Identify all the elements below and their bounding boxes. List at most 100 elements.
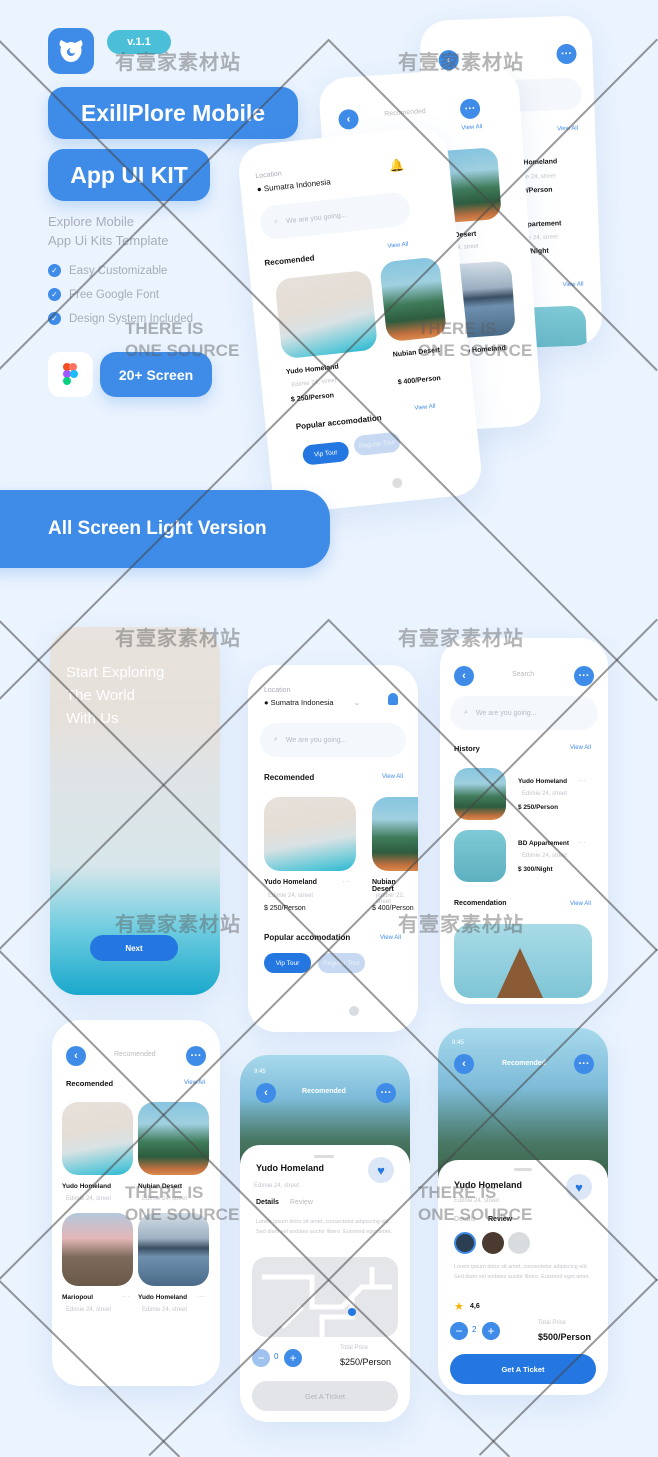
get-ticket-button[interactable]: Get A Ticket (450, 1354, 596, 1384)
more-icon[interactable]: ··· (197, 1292, 205, 1301)
section-title: Recomended (264, 253, 315, 268)
total-label: Total Price (340, 1345, 369, 1351)
drag-handle[interactable] (314, 1155, 334, 1158)
more-button[interactable]: ··· (376, 1083, 396, 1103)
home-screen: Location ● Sumatra Indonesia ⌄ ⌕ We are y… (248, 665, 418, 1032)
detail-screen: 9:45 ‹ Recomended ··· Yudo Homeland ♥ Ed… (240, 1055, 410, 1422)
hero-image (438, 1028, 608, 1178)
search-icon: ⌕ (464, 709, 468, 716)
card-image[interactable] (372, 797, 418, 871)
total-price: $500/Person (538, 1332, 592, 1342)
section-title: Popular accomodation (295, 413, 383, 432)
card-price: $ 400/Person (397, 374, 442, 387)
next-button[interactable]: Next (90, 935, 178, 961)
location-selector[interactable]: ● Sumatra Indonesia ⌄ (264, 698, 360, 707)
view-all-link[interactable]: View All (414, 404, 435, 412)
more-icon[interactable]: ··· (342, 877, 350, 886)
title-line-1: ExillPlore Mobile (48, 87, 298, 139)
screen-title: Recomended (302, 1088, 346, 1095)
status-time: 9:45 (254, 1069, 266, 1075)
increment-button[interactable]: + (482, 1322, 500, 1340)
app-logo (48, 28, 94, 74)
chevron-down-icon: ⌄ (353, 698, 360, 707)
watermark-line: ONE SOURCE (418, 1205, 533, 1224)
watermark-line: THERE IS (125, 1183, 204, 1202)
grid-item-address: Edimie 24, street (142, 1307, 188, 1313)
more-button[interactable]: ··· (186, 1046, 206, 1066)
decrement-button[interactable]: − (450, 1322, 468, 1340)
search-input[interactable]: ⌕ We are you going... (258, 191, 412, 241)
grid-item-name: Mariopoul (62, 1294, 94, 1301)
compass-icon[interactable] (349, 1006, 359, 1016)
quantity-value: 0 (274, 1352, 279, 1361)
favorite-button[interactable]: ♥ (368, 1157, 394, 1183)
screen-title: Recomended (114, 1051, 156, 1058)
card-image (274, 269, 379, 360)
headline-line: Start Exploring (66, 664, 165, 681)
watermark-text: 有壹家素材站 (115, 52, 241, 74)
view-all-link[interactable]: View All (570, 901, 591, 907)
watermark-text: 有壹家素材站 (398, 628, 524, 650)
watermark-line: ONE SOURCE (125, 1205, 240, 1224)
grid-image[interactable] (62, 1213, 133, 1286)
compass-icon[interactable] (391, 477, 403, 489)
watermark-text: 有壹家素材站 (115, 628, 241, 650)
star-icon: ★ (454, 1301, 464, 1313)
watermark-line: ONE SOURCE (418, 341, 533, 360)
feature-item: ✓ Free Google Font (48, 288, 159, 301)
section-title: Recomendation (454, 900, 507, 907)
increment-button[interactable]: + (284, 1349, 302, 1367)
back-button[interactable]: ‹ (337, 108, 360, 131)
item-price: $ 250/Person (518, 804, 559, 811)
search-input[interactable]: ⌕ We are you going... (260, 723, 406, 757)
search-placeholder: We are you going... (475, 709, 537, 717)
more-icon[interactable]: ··· (578, 776, 586, 785)
vip-tour-tab[interactable]: Vip Tour (264, 953, 311, 973)
back-button[interactable]: ‹ (66, 1046, 86, 1066)
back-button[interactable]: ‹ (256, 1083, 276, 1103)
watermark-line: THERE IS (418, 319, 497, 338)
reviewer-avatar[interactable] (454, 1232, 476, 1254)
watermark-line: ONE SOURCE (125, 341, 240, 360)
more-icon[interactable]: ··· (122, 1292, 130, 1301)
view-all-link[interactable]: View All (382, 774, 403, 780)
favorite-button[interactable]: ♥ (566, 1174, 592, 1200)
watermark-text: THERE IS ONE SOURCE (418, 1182, 532, 1226)
back-button[interactable]: ‹ (454, 666, 474, 686)
more-button[interactable]: ··· (459, 98, 481, 120)
card-image[interactable] (264, 797, 356, 871)
history-image[interactable] (454, 768, 506, 820)
more-button[interactable]: ··· (574, 1054, 594, 1074)
more-icon[interactable]: ··· (578, 838, 586, 847)
search-icon: ⌕ (274, 736, 278, 743)
more-button[interactable]: ··· (556, 43, 577, 65)
grid-image[interactable] (62, 1102, 133, 1175)
reviewer-avatar[interactable] (482, 1232, 504, 1254)
tab-review[interactable]: Review (290, 1199, 313, 1206)
quantity-value: 2 (472, 1325, 477, 1334)
bell-icon[interactable]: 🔔 (388, 158, 404, 173)
vip-tour-tab[interactable]: Vip Tour (301, 440, 350, 466)
more-button[interactable]: ··· (574, 666, 594, 686)
title-line-2: App UI KIT (48, 149, 210, 201)
watermark-text: 有壹家素材站 (398, 914, 524, 936)
figma-icon (62, 362, 78, 385)
grid-image[interactable] (138, 1102, 209, 1175)
search-placeholder: We are you going... (285, 736, 347, 744)
view-all-link[interactable]: View All (461, 124, 482, 131)
reviewer-avatar[interactable] (508, 1232, 530, 1254)
location-selector[interactable]: ● Sumatra Indonesia (256, 177, 331, 194)
view-all-link[interactable]: View All (387, 242, 408, 250)
drag-handle[interactable] (514, 1168, 532, 1171)
grid-item-name: Yudo Homeland (62, 1183, 112, 1190)
tab-details[interactable]: Details (256, 1199, 279, 1206)
bell-icon[interactable] (388, 693, 398, 705)
back-button[interactable]: ‹ (454, 1054, 474, 1074)
get-ticket-button[interactable]: Get A Ticket (252, 1381, 398, 1411)
location-value: Sumatra Indonesia (270, 698, 334, 707)
history-image[interactable] (454, 830, 506, 882)
view-all-link[interactable]: View All (570, 745, 591, 751)
watermark-text: 有壹家素材站 (115, 914, 241, 936)
check-icon: ✓ (48, 264, 61, 277)
card-name: Yudo Homeland (264, 879, 317, 886)
